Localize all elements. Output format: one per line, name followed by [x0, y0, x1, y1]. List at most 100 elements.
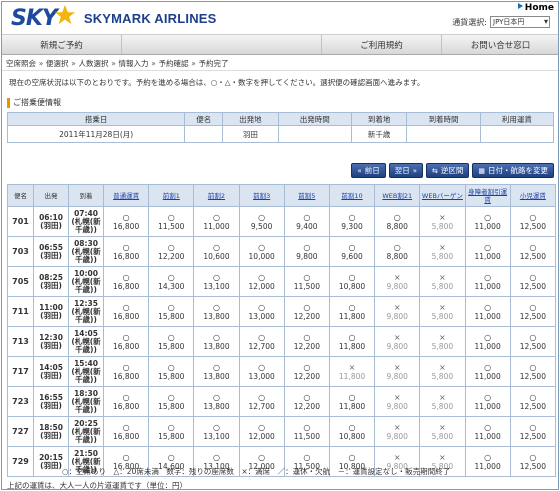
fare-cell: × 9,800	[374, 356, 421, 387]
availability-mark: ×	[439, 332, 446, 342]
fare-cell[interactable]: ○ 12,500	[509, 356, 557, 387]
fare-cell[interactable]: ○ 11,000	[464, 416, 511, 447]
fare-cell[interactable]: ○ 11,000	[464, 266, 511, 297]
change-date-route-button[interactable]: ▦ 日付・航路を変更	[472, 163, 554, 178]
fare-cell[interactable]: ○ 12,200	[283, 296, 330, 327]
prev-day-button[interactable]: «前日	[351, 163, 386, 178]
fare-cell[interactable]: ○ 11,000	[464, 296, 511, 327]
fare-header-cell[interactable]: 小児運賃	[509, 184, 557, 207]
fare-cell[interactable]: ○ 11,500	[148, 206, 195, 237]
fare-cell[interactable]: ○ 12,200	[148, 236, 195, 267]
availability-mark: ○	[393, 212, 401, 222]
fare-header-cell[interactable]: 前割3	[238, 184, 285, 207]
logo-text: SKYMARK AIRLINES	[83, 10, 217, 26]
fare-cell[interactable]: ○ 16,800	[102, 296, 150, 327]
fare-cell[interactable]: ○ 12,700	[238, 386, 285, 417]
fare-cell[interactable]: ○ 8,800	[374, 236, 421, 267]
fare-cell[interactable]: ○ 13,100	[193, 416, 240, 447]
fare-cell[interactable]: ○ 16,800	[102, 416, 150, 447]
fare-cell[interactable]: ○ 9,500	[238, 206, 285, 237]
fare-cell[interactable]: ○ 13,100	[193, 266, 240, 297]
fare-cell[interactable]: ○ 15,800	[148, 296, 195, 327]
fare-cell[interactable]: ○ 11,000	[464, 386, 511, 417]
fare-cell[interactable]: ○ 16,800	[102, 206, 150, 237]
fare-price: 9,800	[386, 281, 408, 291]
fare-cell[interactable]: ○ 15,800	[148, 386, 195, 417]
nav-item-2[interactable]: ご利用規約	[322, 35, 442, 54]
currency-select[interactable]: JPY日本円	[490, 16, 550, 28]
fare-cell[interactable]: ○ 12,500	[509, 266, 557, 297]
availability-mark: ○	[212, 332, 220, 342]
fare-cell[interactable]: ○ 13,800	[193, 386, 240, 417]
fare-cell[interactable]: ○ 16,800	[102, 266, 150, 297]
fare-cell[interactable]: ○ 9,800	[283, 236, 330, 267]
fare-cell[interactable]: ○ 16,800	[102, 356, 150, 387]
fare-header-cell[interactable]: WEB割21	[374, 184, 421, 207]
fare-cell[interactable]: ○ 11,000	[464, 326, 511, 357]
fare-cell[interactable]: ○ 12,500	[509, 326, 557, 357]
availability-mark: ×	[439, 452, 446, 462]
fare-cell[interactable]: ○ 11,000	[464, 206, 511, 237]
fare-cell[interactable]: ○ 11,000	[464, 446, 511, 477]
fare-cell[interactable]: ○ 11,800	[328, 326, 376, 357]
fare-cell[interactable]: ○ 10,800	[328, 416, 376, 447]
fare-header-cell[interactable]: 普通運賃	[102, 184, 150, 207]
fare-cell[interactable]: ○ 11,000	[464, 236, 511, 267]
fare-cell[interactable]: ○ 12,700	[238, 326, 285, 357]
fare-header-cell[interactable]: 前割1	[148, 184, 195, 207]
fare-header-cell[interactable]: 身障者割引運賃	[464, 184, 511, 207]
fare-cell[interactable]: ○ 12,500	[509, 416, 557, 447]
fare-cell[interactable]: ○ 11,000	[464, 356, 511, 387]
availability-mark: ○	[348, 392, 356, 402]
fare-header-cell[interactable]: 前割2	[193, 184, 240, 207]
home-link[interactable]: Home	[517, 3, 554, 13]
fare-cell[interactable]: ○ 12,200	[283, 386, 330, 417]
fare-cell[interactable]: ○ 15,800	[148, 356, 195, 387]
next-day-button[interactable]: 翌日»	[388, 163, 423, 178]
fare-cell[interactable]: ○ 12,200	[283, 356, 330, 387]
fare-cell[interactable]: ○ 11,800	[328, 386, 376, 417]
fare-cell[interactable]: ○ 10,600	[193, 236, 240, 267]
fare-cell[interactable]: ○ 13,000	[238, 296, 285, 327]
fare-cell[interactable]: ○ 10,800	[328, 266, 376, 297]
fare-cell[interactable]: ○ 8,800	[374, 206, 421, 237]
fare-cell[interactable]: ○ 11,500	[283, 416, 330, 447]
fare-cell[interactable]: ○ 12,500	[509, 446, 557, 477]
fare-cell[interactable]: ○ 11,500	[283, 266, 330, 297]
fare-cell: × 5,800	[419, 206, 466, 237]
fare-cell[interactable]: ○ 12,000	[238, 416, 285, 447]
fare-cell[interactable]: ○ 11,000	[193, 206, 240, 237]
main-nav: 新規ご予約 ご利用規約 お問い合せ窓口	[2, 34, 558, 55]
fare-cell[interactable]: ○ 15,800	[148, 326, 195, 357]
fare-cell[interactable]: ○ 15,800	[148, 416, 195, 447]
fare-cell[interactable]: ○ 12,200	[283, 326, 330, 357]
fare-cell[interactable]: ○ 12,500	[509, 236, 557, 267]
fare-cell[interactable]: ○ 13,800	[193, 296, 240, 327]
info-header-cell: 便名	[184, 112, 224, 126]
fare-cell[interactable]: ○ 12,000	[238, 266, 285, 297]
fare-cell[interactable]: ○ 13,000	[238, 356, 285, 387]
fare-cell[interactable]: ○ 12,500	[509, 386, 557, 417]
fare-cell[interactable]: ○ 14,300	[148, 266, 195, 297]
nav-item-0[interactable]: 新規ご予約	[2, 35, 122, 54]
fare-cell[interactable]: ○ 16,800	[102, 386, 150, 417]
fare-price: 11,500	[293, 281, 320, 291]
fare-header-cell[interactable]: WEBバーゲン	[419, 184, 466, 207]
fare-cell[interactable]: ○ 9,600	[328, 236, 376, 267]
fare-cell[interactable]: ○ 16,800	[102, 236, 150, 267]
fare-cell[interactable]: ○ 13,800	[193, 356, 240, 387]
reverse-route-button[interactable]: ⇆ 逆区間	[426, 163, 470, 178]
fare-cell[interactable]: ○ 12,500	[509, 296, 557, 327]
fare-cell[interactable]: ○ 13,800	[193, 326, 240, 357]
fare-cell[interactable]: ○ 11,800	[328, 296, 376, 327]
fare-cell[interactable]: ○ 9,300	[328, 206, 376, 237]
nav-item-3[interactable]: お問い合せ窓口	[442, 35, 558, 54]
fare-header-cell[interactable]: 前割5	[283, 184, 330, 207]
fare-cell[interactable]: ○ 12,500	[509, 206, 557, 237]
fare-cell[interactable]: ○ 10,000	[238, 236, 285, 267]
fare-header-cell[interactable]: 前割10	[328, 184, 376, 207]
availability-mark: ○	[258, 302, 266, 312]
fare-cell[interactable]: ○ 9,400	[283, 206, 330, 237]
logo[interactable]: SKY SKYMARK AIRLINES	[11, 4, 217, 31]
fare-cell[interactable]: ○ 16,800	[102, 326, 150, 357]
